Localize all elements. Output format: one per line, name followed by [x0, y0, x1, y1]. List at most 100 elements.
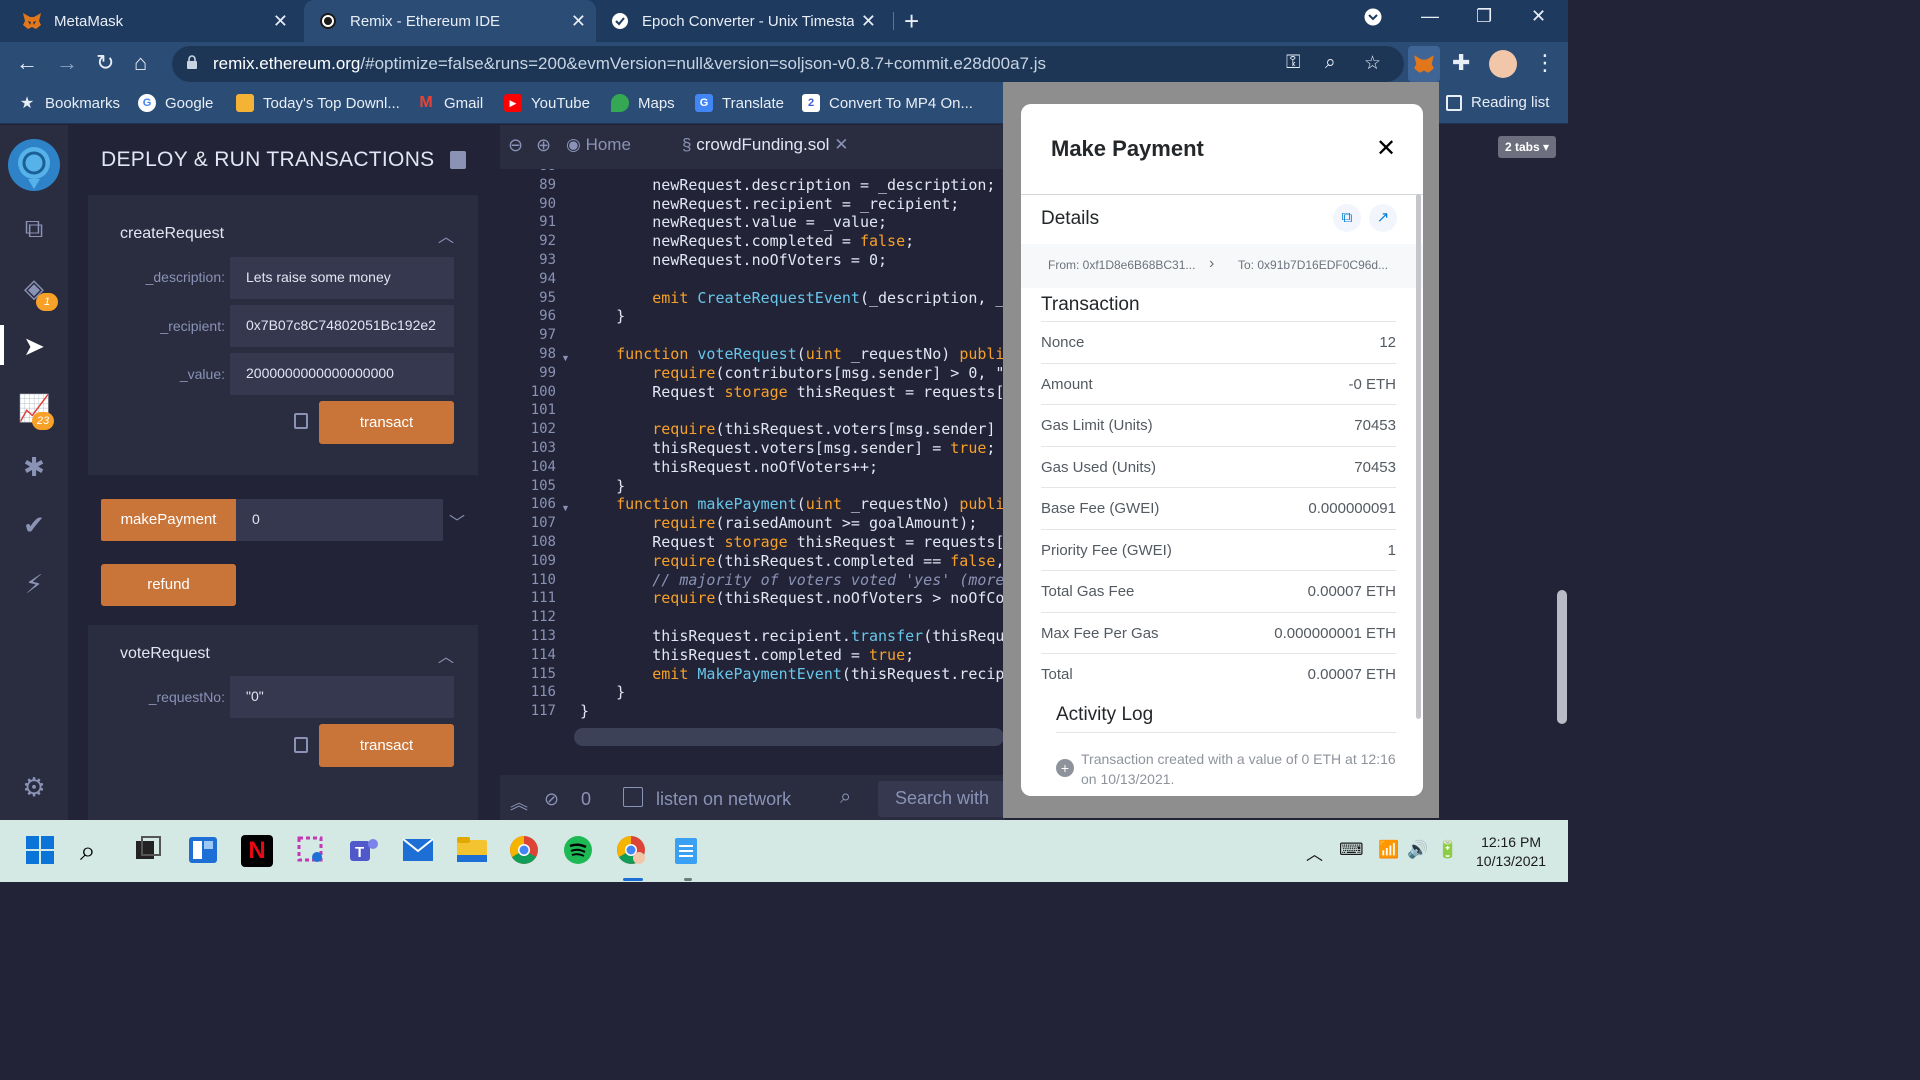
code-line: } [580, 476, 626, 495]
extensions-puzzle-icon[interactable]: ✚ [1452, 50, 1470, 76]
deploy-run-icon[interactable]: ➤ [18, 330, 50, 362]
key-icon[interactable]: ⚿ [1286, 52, 1300, 74]
tab-search-icon[interactable] [1364, 8, 1382, 31]
bookmark-translate[interactable]: G Translate [695, 94, 784, 112]
copy-calldata-icon[interactable] [294, 413, 308, 429]
modal-scrollbar[interactable] [1416, 194, 1421, 719]
netflix-icon[interactable]: N [241, 835, 273, 867]
row-value: 0.00007 ETH [1307, 583, 1396, 600]
new-tab-icon[interactable]: + [904, 6, 919, 37]
forward-arrow-icon[interactable]: → [56, 50, 78, 76]
close-tab-icon[interactable]: ✕ [834, 135, 848, 154]
spotify-icon[interactable] [563, 835, 595, 867]
file-explorer-icon[interactable] [456, 835, 488, 867]
fold-arrow-icon[interactable]: ▼ [561, 503, 570, 513]
tabs-dropdown-button[interactable]: 2 tabs ▾ [1498, 136, 1556, 158]
plugin-manager-icon[interactable]: ⚡ [18, 568, 50, 600]
fold-arrow-icon[interactable]: ▼ [561, 353, 570, 363]
value-input[interactable]: 2000000000000000000 [230, 353, 454, 395]
clear-console-icon[interactable]: ⊘ [544, 789, 559, 810]
close-tab-icon[interactable]: ✕ [571, 11, 586, 32]
vertical-scrollbar[interactable] [1557, 590, 1567, 724]
code-line: // majority of voters voted 'yes' (more [580, 570, 1005, 589]
task-view-icon[interactable] [134, 835, 166, 867]
widgets-icon[interactable] [188, 835, 220, 867]
metamask-extension-icon[interactable] [1408, 46, 1440, 82]
bookmark-todays-top[interactable]: Today's Top Downl... [236, 94, 400, 112]
bookmark-bookmarks[interactable]: ★ Bookmarks [18, 94, 120, 113]
request-no-input[interactable]: "0" [230, 676, 454, 718]
snipping-tool-icon[interactable] [296, 835, 328, 867]
system-clock[interactable]: 12:16 PM 10/13/2021 [1476, 833, 1546, 871]
close-window-icon[interactable]: ✕ [1531, 6, 1546, 27]
chrome-icon[interactable] [509, 835, 541, 867]
show-hidden-icons-chevron-icon[interactable]: ︿ [1306, 840, 1323, 865]
chrome-profile-icon[interactable] [616, 835, 648, 867]
remix-home-logo[interactable] [8, 139, 60, 191]
debugger-bug-icon[interactable]: ✱ [18, 451, 50, 483]
back-arrow-icon[interactable]: ← [16, 50, 38, 76]
battery-icon[interactable]: 🔋 [1437, 840, 1458, 860]
keyboard-icon[interactable]: ⌨ [1339, 840, 1364, 860]
tab-crowdfunding-sol[interactable]: § crowdFunding.sol ✕ [682, 135, 848, 155]
to-address[interactable]: To: 0x91b7D16EDF0C96d... [1238, 258, 1388, 272]
mail-icon[interactable] [402, 835, 434, 867]
wifi-icon[interactable]: 📶 [1378, 840, 1399, 860]
bookmark-gmail[interactable]: M Gmail [417, 94, 483, 112]
reload-icon[interactable]: ↻ [96, 50, 114, 76]
description-input[interactable]: Lets raise some money [230, 257, 454, 299]
zoom-out-icon[interactable]: ⊖ [508, 135, 523, 156]
bookmark-google[interactable]: G Google [138, 94, 213, 112]
settings-gear-icon[interactable]: ⚙ [18, 771, 50, 803]
tab-home[interactable]: ◉ Home [566, 135, 631, 155]
close-tab-icon[interactable]: ✕ [861, 11, 876, 32]
documentation-icon[interactable] [450, 151, 466, 169]
row-value: 0.000000091 [1308, 500, 1396, 517]
search-icon[interactable]: ⌕ [80, 835, 112, 867]
code-editor[interactable]: 8889909192939495969798991001011021031041… [500, 169, 1005, 743]
reading-list[interactable]: Reading list [1446, 94, 1549, 111]
restore-icon[interactable]: ❐ [1476, 6, 1492, 27]
collapse-terminal-icon[interactable]: ︽ [510, 789, 528, 815]
transact-button[interactable]: transact [319, 724, 454, 767]
bookmark-maps[interactable]: Maps [611, 94, 675, 112]
bookmark-convert-mp4[interactable]: 2 Convert To MP4 On... [802, 94, 973, 112]
listen-network-checkbox[interactable] [623, 787, 643, 807]
volume-icon[interactable]: 🔊 [1407, 840, 1428, 860]
make-payment-button[interactable]: makePayment [101, 499, 236, 541]
tab-remix[interactable]: Remix - Ethereum IDE ✕ [304, 0, 596, 42]
profile-avatar[interactable] [1489, 50, 1517, 78]
close-tab-icon[interactable]: ✕ [273, 11, 288, 32]
star-icon[interactable]: ☆ [1364, 52, 1381, 75]
chevron-up-icon[interactable]: ︿ [438, 643, 454, 667]
view-on-explorer-icon[interactable]: ↗ [1369, 204, 1397, 232]
minimize-icon[interactable]: — [1421, 6, 1439, 27]
code-line: emit MakePaymentEvent(thisRequest.recipi [652, 664, 1005, 683]
bookmark-youtube[interactable]: ▶ YouTube [504, 94, 590, 112]
address-bar[interactable]: remix.ethereum.org/#optimize=false&runs=… [172, 46, 1404, 82]
menu-kebab-icon[interactable]: ⋮ [1534, 50, 1556, 76]
close-icon[interactable]: ✕ [1376, 134, 1396, 163]
home-icon[interactable]: ⌂ [134, 50, 147, 76]
tab-metamask[interactable]: MetaMask ✕ [22, 0, 298, 42]
active-indicator [0, 325, 4, 365]
zoom-in-icon[interactable]: ⊕ [536, 135, 551, 156]
windows-start-icon[interactable] [25, 835, 57, 867]
chevron-down-icon[interactable]: ﹀ [449, 509, 465, 533]
from-address[interactable]: From: 0xf1D8e6B68BC31... [1048, 258, 1195, 272]
copy-tx-id-icon[interactable]: ⧉ [1333, 204, 1361, 232]
refund-button[interactable]: refund [101, 564, 236, 606]
terminal-search-input[interactable]: Search with [878, 781, 1005, 817]
chevron-up-icon[interactable]: ︿ [438, 223, 454, 247]
zoom-icon[interactable]: ⌕ [1325, 52, 1336, 74]
transact-button[interactable]: transact [319, 401, 454, 444]
file-explorer-icon[interactable]: ⧉ [18, 212, 50, 244]
teams-icon[interactable]: T [348, 835, 380, 867]
notepad-icon[interactable] [672, 835, 704, 867]
unit-test-check-icon[interactable]: ✔ [18, 509, 50, 541]
make-payment-input[interactable]: 0 [236, 499, 443, 541]
horizontal-scrollbar[interactable] [574, 728, 1004, 746]
copy-calldata-icon[interactable] [294, 737, 308, 753]
recipient-input[interactable]: 0x7B07c8C74802051Bc192e2 [230, 305, 454, 347]
tab-epoch-converter[interactable]: Epoch Converter - Unix Timestan ✕ [610, 0, 886, 42]
